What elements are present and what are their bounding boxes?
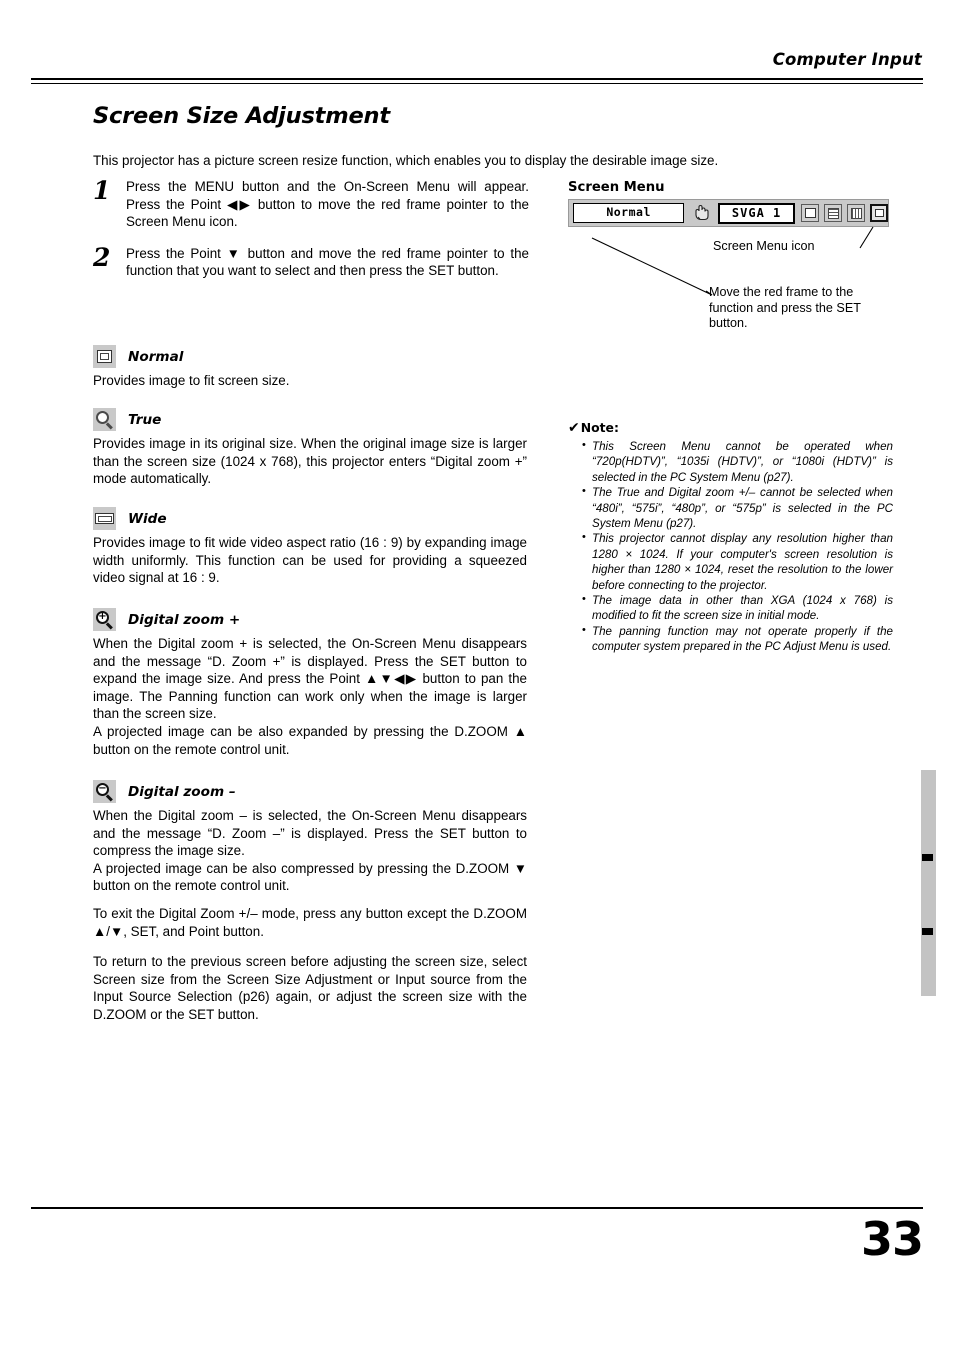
section-heading: True	[93, 408, 527, 431]
note-item: The panning function may not operate pro…	[582, 623, 893, 655]
paragraph: To return to the previous screen before …	[93, 954, 527, 1022]
page-title: Screen Size Adjustment	[93, 103, 390, 129]
section-true: True Provides image in its original size…	[93, 408, 527, 488]
note-heading: ✔Note:	[568, 420, 893, 436]
paragraph: When the Digital zoom – is selected, the…	[93, 808, 527, 859]
paragraph: When the Digital zoom + is selected, the…	[93, 636, 527, 722]
wide-screen-icon	[93, 507, 116, 530]
intro-paragraph: This projector has a picture screen resi…	[93, 153, 719, 168]
section-label: Normal	[128, 348, 184, 365]
closing-paragraphs: To exit the Digital Zoom +/– mode, press…	[93, 905, 527, 1024]
note-heading-label: Note:	[580, 420, 619, 435]
section-body: When the Digital zoom + is selected, the…	[93, 635, 527, 758]
paragraph: A projected image can be also compressed…	[93, 860, 527, 894]
note-item: This projector cannot display any resolu…	[582, 530, 893, 593]
paragraph: A projected image can be also expanded b…	[93, 723, 527, 757]
section-label: True	[128, 411, 162, 428]
magnifier-plus-icon: +	[93, 608, 116, 631]
thumb-tick	[922, 928, 933, 935]
section-body: Provides image to fit wide video aspect …	[93, 534, 527, 587]
section-body: Provides image to fit screen size.	[93, 372, 527, 390]
footer-rule	[31, 1207, 923, 1209]
step-text: Press the MENU button and the On-Screen …	[126, 179, 529, 230]
paragraph: Provides image in its original size. Whe…	[93, 436, 527, 487]
section-wide: Wide Provides image to fit wide video as…	[93, 507, 527, 587]
section-label: Digital zoom +	[128, 611, 241, 628]
section-digital-zoom-plus: + Digital zoom + When the Digital zoom +…	[93, 608, 527, 758]
section-label: Digital zoom –	[128, 783, 236, 800]
note-list: This Screen Menu cannot be operated when…	[568, 438, 893, 655]
magnifier-icon	[93, 408, 116, 431]
section-body: Provides image in its original size. Whe…	[93, 435, 527, 488]
thumb-index-tab	[921, 770, 936, 996]
step-item: 1 Press the MENU button and the On-Scree…	[93, 178, 529, 231]
note-block: ✔Note: This Screen Menu cannot be operat…	[568, 420, 893, 655]
step-number: 1	[93, 176, 111, 205]
magnifier-minus-icon: −	[93, 780, 116, 803]
numbered-steps: 1 Press the MENU button and the On-Scree…	[93, 178, 529, 294]
section-normal: Normal Provides image to fit screen size…	[93, 345, 527, 390]
note-item: This Screen Menu cannot be operated when…	[582, 438, 893, 485]
section-heading: Normal	[93, 345, 527, 368]
step-item: 2 Press the Point ▼ button and move the …	[93, 245, 529, 280]
note-item: The image data in other than XGA (1024 x…	[582, 592, 893, 624]
header-rule	[31, 78, 923, 84]
section-heading: Wide	[93, 507, 527, 530]
section-heading: − Digital zoom –	[93, 780, 527, 803]
normal-screen-icon	[93, 345, 116, 368]
note-item: The True and Digital zoom +/– cannot be …	[582, 484, 893, 531]
paragraph: To exit the Digital Zoom +/– mode, press…	[93, 906, 527, 939]
paragraph: Provides image to fit wide video aspect …	[93, 535, 527, 586]
section-digital-zoom-minus: − Digital zoom – When the Digital zoom –…	[93, 780, 527, 895]
section-label: Wide	[128, 510, 167, 527]
section-heading: + Digital zoom +	[93, 608, 527, 631]
page-number: 33	[860, 1212, 924, 1266]
running-head: Computer Input	[772, 50, 922, 69]
check-icon: ✔	[568, 420, 580, 436]
thumb-tick	[922, 854, 933, 861]
section-body: When the Digital zoom – is selected, the…	[93, 807, 527, 895]
callout-screen-menu-icon: Screen Menu icon	[713, 239, 815, 253]
step-text: Press the Point ▼ button and move the re…	[126, 245, 529, 279]
step-number: 2	[93, 242, 111, 272]
paragraph: Provides image to fit screen size.	[93, 373, 290, 388]
callout-red-frame: Move the red frame to the function and p…	[709, 285, 861, 331]
figure-leader-lines	[591, 226, 874, 296]
